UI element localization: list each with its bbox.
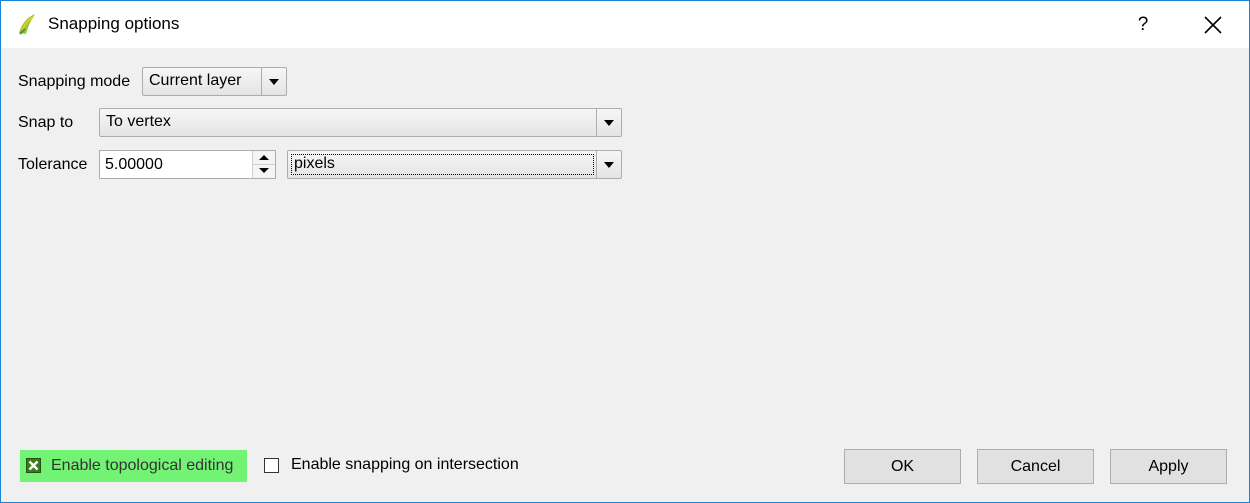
snapping-mode-value: Current layer: [149, 72, 242, 89]
title-bar: Snapping options ?: [1, 1, 1249, 48]
green-x-check-icon: [26, 458, 41, 473]
qgis-logo-icon: [19, 14, 35, 35]
checkbox-box: [264, 458, 279, 473]
snap-to-label: Snap to: [18, 114, 74, 131]
cancel-button[interactable]: Cancel: [977, 449, 1094, 484]
spin-down-button[interactable]: [253, 165, 275, 178]
snap-to-select[interactable]: To vertex: [99, 108, 622, 137]
spin-up-button[interactable]: [253, 151, 275, 165]
chevron-down-icon: [596, 109, 621, 136]
chevron-down-icon: [596, 151, 621, 178]
snapping-options-dialog: Snapping options ? Snapping mode Current…: [0, 0, 1250, 503]
snapping-mode-select[interactable]: Current layer: [142, 67, 287, 96]
tolerance-label: Tolerance: [18, 156, 88, 173]
snapping-mode-label: Snapping mode: [18, 73, 131, 90]
tolerance-unit-select[interactable]: pixels: [287, 150, 622, 179]
topological-editing-checkbox[interactable]: Enable topological editing: [20, 450, 247, 482]
help-button[interactable]: ?: [1123, 7, 1163, 43]
topological-editing-label: Enable topological editing: [51, 457, 234, 474]
tolerance-input[interactable]: [100, 151, 251, 178]
spin-buttons: [252, 151, 275, 178]
snap-to-value: To vertex: [106, 113, 171, 130]
snapping-on-intersection-label: Enable snapping on intersection: [291, 456, 519, 473]
close-button[interactable]: [1191, 7, 1235, 43]
dialog-title: Snapping options: [48, 14, 180, 33]
apply-button[interactable]: Apply: [1110, 449, 1227, 484]
tolerance-spinbox[interactable]: [99, 150, 276, 179]
ok-button[interactable]: OK: [844, 449, 961, 484]
focus-ring: [291, 154, 594, 175]
close-icon: [1204, 16, 1222, 34]
chevron-down-icon: [261, 68, 286, 95]
tolerance-unit-value: pixels: [294, 155, 335, 172]
